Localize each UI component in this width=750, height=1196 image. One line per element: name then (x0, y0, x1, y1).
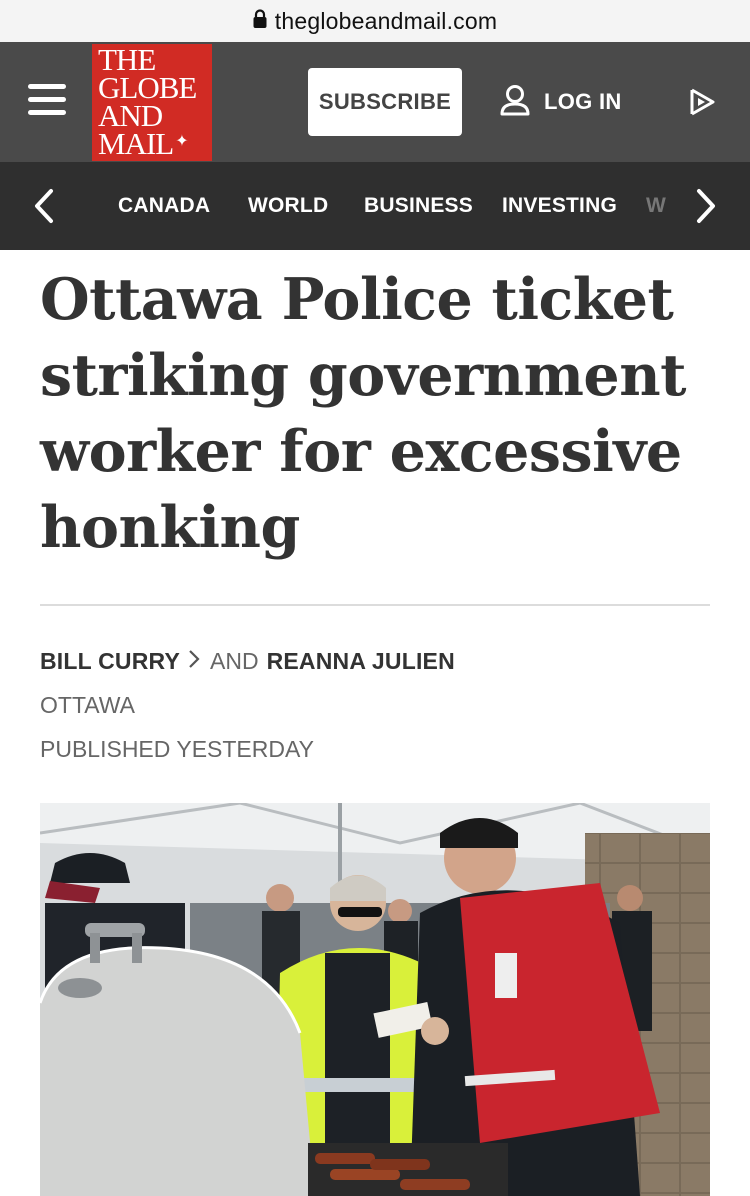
chevron-left-icon[interactable] (32, 188, 56, 224)
published-date: PUBLISHED YESTERDAY (40, 736, 314, 762)
lock-icon (253, 8, 267, 34)
nav-item-truncated[interactable]: W (646, 194, 666, 218)
byline: BILL CURRY AND REANNA JULIEN (40, 648, 455, 675)
logo-line: MAIL (98, 126, 174, 161)
nav-item-investing[interactable]: INVESTING (502, 194, 617, 218)
maple-leaf-icon: ✦ (175, 133, 188, 150)
hamburger-menu-icon[interactable] (28, 82, 68, 118)
masthead: THE GLOBE AND MAIL ✦ SUBSCRIBE LOG IN (0, 42, 750, 162)
login-label: LOG IN (544, 89, 622, 114)
dateline: OTTAWA (40, 692, 135, 718)
url-text: theglobeandmail.com (274, 7, 498, 34)
browser-url-bar[interactable]: theglobeandmail.com (0, 0, 750, 42)
nav-item-canada[interactable]: CANADA (118, 194, 210, 218)
chevron-right-icon[interactable] (694, 188, 718, 224)
author-link[interactable]: BILL CURRY (40, 648, 180, 675)
subscribe-button[interactable]: SUBSCRIBE (308, 68, 462, 136)
login-button[interactable]: LOG IN (500, 82, 622, 122)
author-link[interactable]: REANNA JULIEN (267, 648, 455, 675)
globe-and-mail-logo[interactable]: THE GLOBE AND MAIL ✦ (92, 44, 212, 161)
user-icon (500, 84, 530, 121)
nav-item-business[interactable]: BUSINESS (364, 194, 473, 218)
nav-item-world[interactable]: WORLD (248, 194, 328, 218)
play-icon[interactable] (686, 86, 718, 118)
article-headline: Ottawa Police ticket striking government… (40, 266, 686, 561)
article-photo (40, 803, 710, 1196)
section-nav: CANADA WORLD BUSINESS INVESTING W (0, 162, 750, 250)
chevron-right-icon (188, 648, 200, 675)
author-joiner: AND (210, 648, 259, 674)
divider (40, 604, 710, 606)
